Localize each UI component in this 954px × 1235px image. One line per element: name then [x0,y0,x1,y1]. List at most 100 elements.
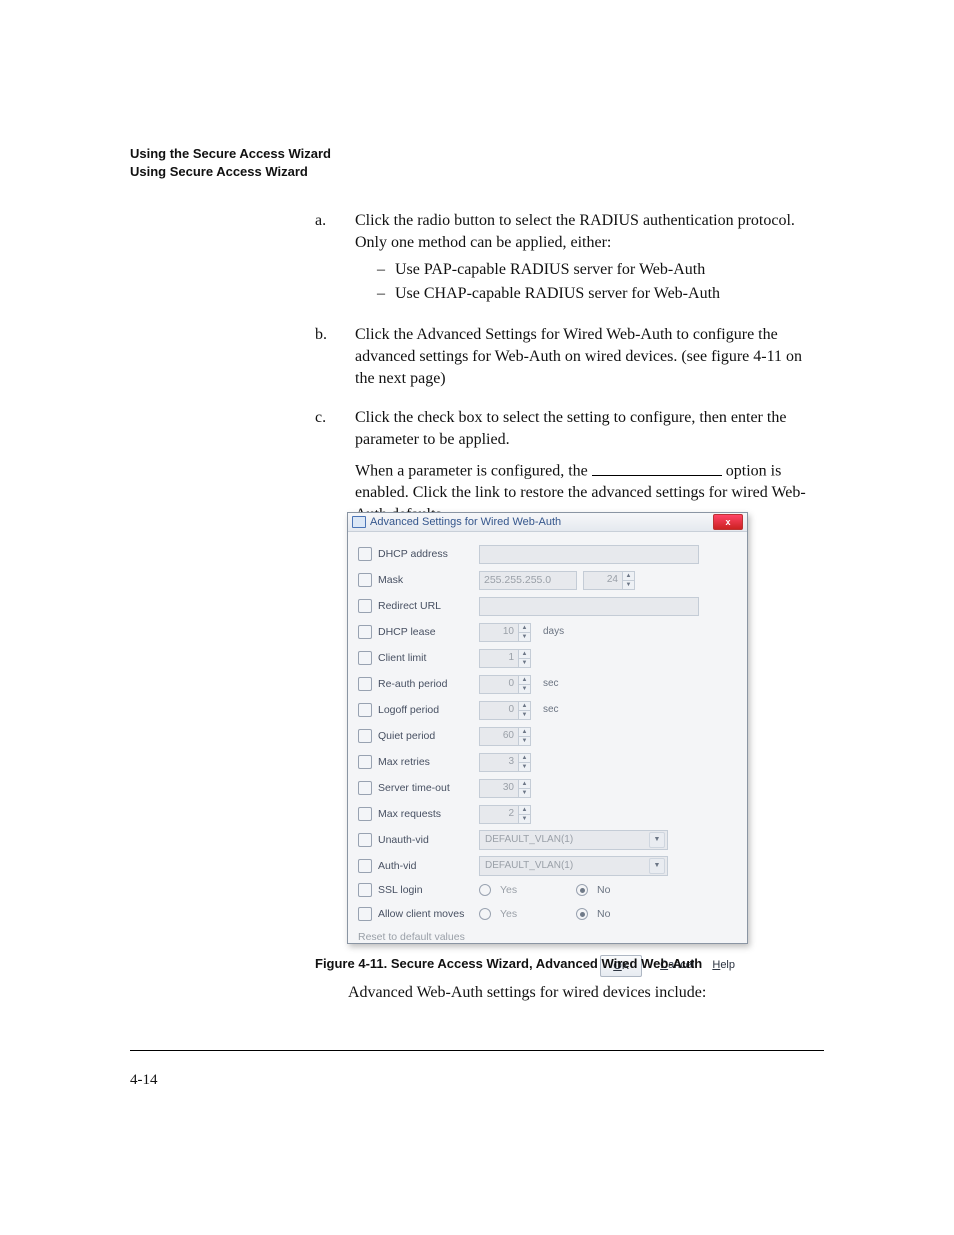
spinner-server-timeout[interactable]: 30 ▲▼ [479,779,531,798]
label-server-timeout: Server time-out [378,781,473,795]
spinner-max-requests-value: 2 [480,806,518,823]
spinner-logoff[interactable]: 0 ▲▼ [479,701,531,720]
step-c-para-before: When a parameter is configured, the [355,463,592,480]
spin-up-icon[interactable]: ▲ [518,624,530,632]
reset-defaults-link[interactable]: Reset to default values [358,930,737,944]
label-unauth-vid: Unauth-vid [378,833,473,847]
checkbox-logoff[interactable] [358,703,372,717]
select-unauth-vid[interactable]: DEFAULT_VLAN(1) ▼ [479,830,668,850]
spin-up-icon[interactable]: ▲ [518,780,530,788]
label-dhcp-address: DHCP address [378,547,473,561]
radio-ssl-yes-label: Yes [500,883,570,897]
row-dhcp-address: DHCP address [358,542,737,566]
dialog-title: Advanced Settings for Wired Web-Auth [370,515,561,530]
spinner-max-retries-value: 3 [480,754,518,771]
checkbox-dhcp-address[interactable] [358,547,372,561]
spin-down-icon[interactable]: ▼ [518,788,530,797]
row-dhcp-lease: DHCP lease 10 ▲▼ days [358,620,737,644]
spinner-mask-bits[interactable]: 24 ▲▼ [583,571,635,590]
row-max-requests: Max requests 2 ▲▼ [358,802,737,826]
radio-moves-no[interactable] [576,908,588,920]
close-button[interactable]: x [713,514,743,530]
step-marker-a: a. [315,210,335,306]
radio-moves-yes[interactable] [479,908,491,920]
spinner-client-limit[interactable]: 1 ▲▼ [479,649,531,668]
radio-ssl-yes[interactable] [479,884,491,896]
checkbox-mask[interactable] [358,573,372,587]
spin-down-icon[interactable]: ▼ [518,814,530,823]
select-unauth-vid-value: DEFAULT_VLAN(1) [485,833,573,847]
checkbox-unauth-vid[interactable] [358,833,372,847]
checkbox-max-requests[interactable] [358,807,372,821]
spinner-client-limit-value: 1 [480,650,518,667]
dialog-titlebar[interactable]: Advanced Settings for Wired Web-Auth x [348,513,747,532]
unit-sec-logoff: sec [543,703,559,717]
spin-up-icon[interactable]: ▲ [518,702,530,710]
spin-up-icon[interactable]: ▲ [518,806,530,814]
step-marker-b: b. [315,324,335,389]
spinner-reauth-value: 0 [480,676,518,693]
spinner-quiet-value: 60 [480,728,518,745]
row-server-timeout: Server time-out 30 ▲▼ [358,776,737,800]
spinner-dhcp-lease[interactable]: 10 ▲▼ [479,623,531,642]
spin-down-icon[interactable]: ▼ [518,710,530,719]
spin-down-icon[interactable]: ▼ [518,762,530,771]
running-header: Using the Secure Access Wizard Using Sec… [130,145,331,180]
spin-up-icon[interactable]: ▲ [622,572,634,580]
step-a-opt1: Use PAP-capable RADIUS server for Web-Au… [377,259,825,281]
checkbox-dhcp-lease[interactable] [358,625,372,639]
checkbox-auth-vid[interactable] [358,859,372,873]
step-a-opt2: Use CHAP-capable RADIUS server for Web-A… [377,283,825,305]
spinner-quiet[interactable]: 60 ▲▼ [479,727,531,746]
select-auth-vid[interactable]: DEFAULT_VLAN(1) ▼ [479,856,668,876]
input-dhcp-address[interactable] [479,545,699,564]
spin-up-icon[interactable]: ▲ [518,728,530,736]
spinner-max-requests[interactable]: 2 ▲▼ [479,805,531,824]
window-icon [352,516,366,528]
help-button[interactable]: Help [712,955,735,975]
advanced-settings-dialog: Advanced Settings for Wired Web-Auth x D… [347,512,748,944]
radio-ssl-no[interactable] [576,884,588,896]
row-redirect-url: Redirect URL [358,594,737,618]
checkbox-ssl-login[interactable] [358,883,372,897]
spin-down-icon[interactable]: ▼ [518,658,530,667]
unit-days: days [543,625,564,639]
spin-up-icon[interactable]: ▲ [518,650,530,658]
label-reauth: Re-auth period [378,677,473,691]
row-reauth-period: Re-auth period 0 ▲▼ sec [358,672,737,696]
spin-up-icon[interactable]: ▲ [518,754,530,762]
checkbox-reauth[interactable] [358,677,372,691]
spin-down-icon[interactable]: ▼ [518,736,530,745]
spin-down-icon[interactable]: ▼ [518,632,530,641]
input-redirect-url[interactable] [479,597,699,616]
unit-sec-reauth: sec [543,677,559,691]
checkbox-allow-moves[interactable] [358,907,372,921]
label-quiet: Quiet period [378,729,473,743]
chevron-down-icon: ▼ [649,832,665,848]
radio-moves-no-label: No [597,907,610,921]
input-mask-ip[interactable]: 255.255.255.0 [479,571,577,590]
spin-down-icon[interactable]: ▼ [518,684,530,693]
row-ssl-login: SSL login Yes No [358,878,737,902]
checkbox-redirect-url[interactable] [358,599,372,613]
step-b-text: Click the Advanced Settings for Wired We… [355,326,802,386]
spinner-logoff-value: 0 [480,702,518,719]
spin-up-icon[interactable]: ▲ [518,676,530,684]
radio-moves-yes-label: Yes [500,907,570,921]
figure-caption: Figure 4-11. Secure Access Wizard, Advan… [315,955,702,973]
spinner-max-retries[interactable]: 3 ▲▼ [479,753,531,772]
label-logoff: Logoff period [378,703,473,717]
spinner-reauth[interactable]: 0 ▲▼ [479,675,531,694]
checkbox-client-limit[interactable] [358,651,372,665]
spinner-mask-value: 24 [584,572,622,589]
row-mask: Mask 255.255.255.0 24 ▲▼ [358,568,737,592]
label-dhcp-lease: DHCP lease [378,625,473,639]
spin-down-icon[interactable]: ▼ [622,580,634,589]
checkbox-server-timeout[interactable] [358,781,372,795]
row-allow-client-moves: Allow client moves Yes No [358,902,737,926]
spinner-server-timeout-value: 30 [480,780,518,797]
label-ssl-login: SSL login [378,883,473,897]
checkbox-max-retries[interactable] [358,755,372,769]
closing-text: Advanced Web-Auth settings for wired dev… [348,982,808,1004]
checkbox-quiet[interactable] [358,729,372,743]
